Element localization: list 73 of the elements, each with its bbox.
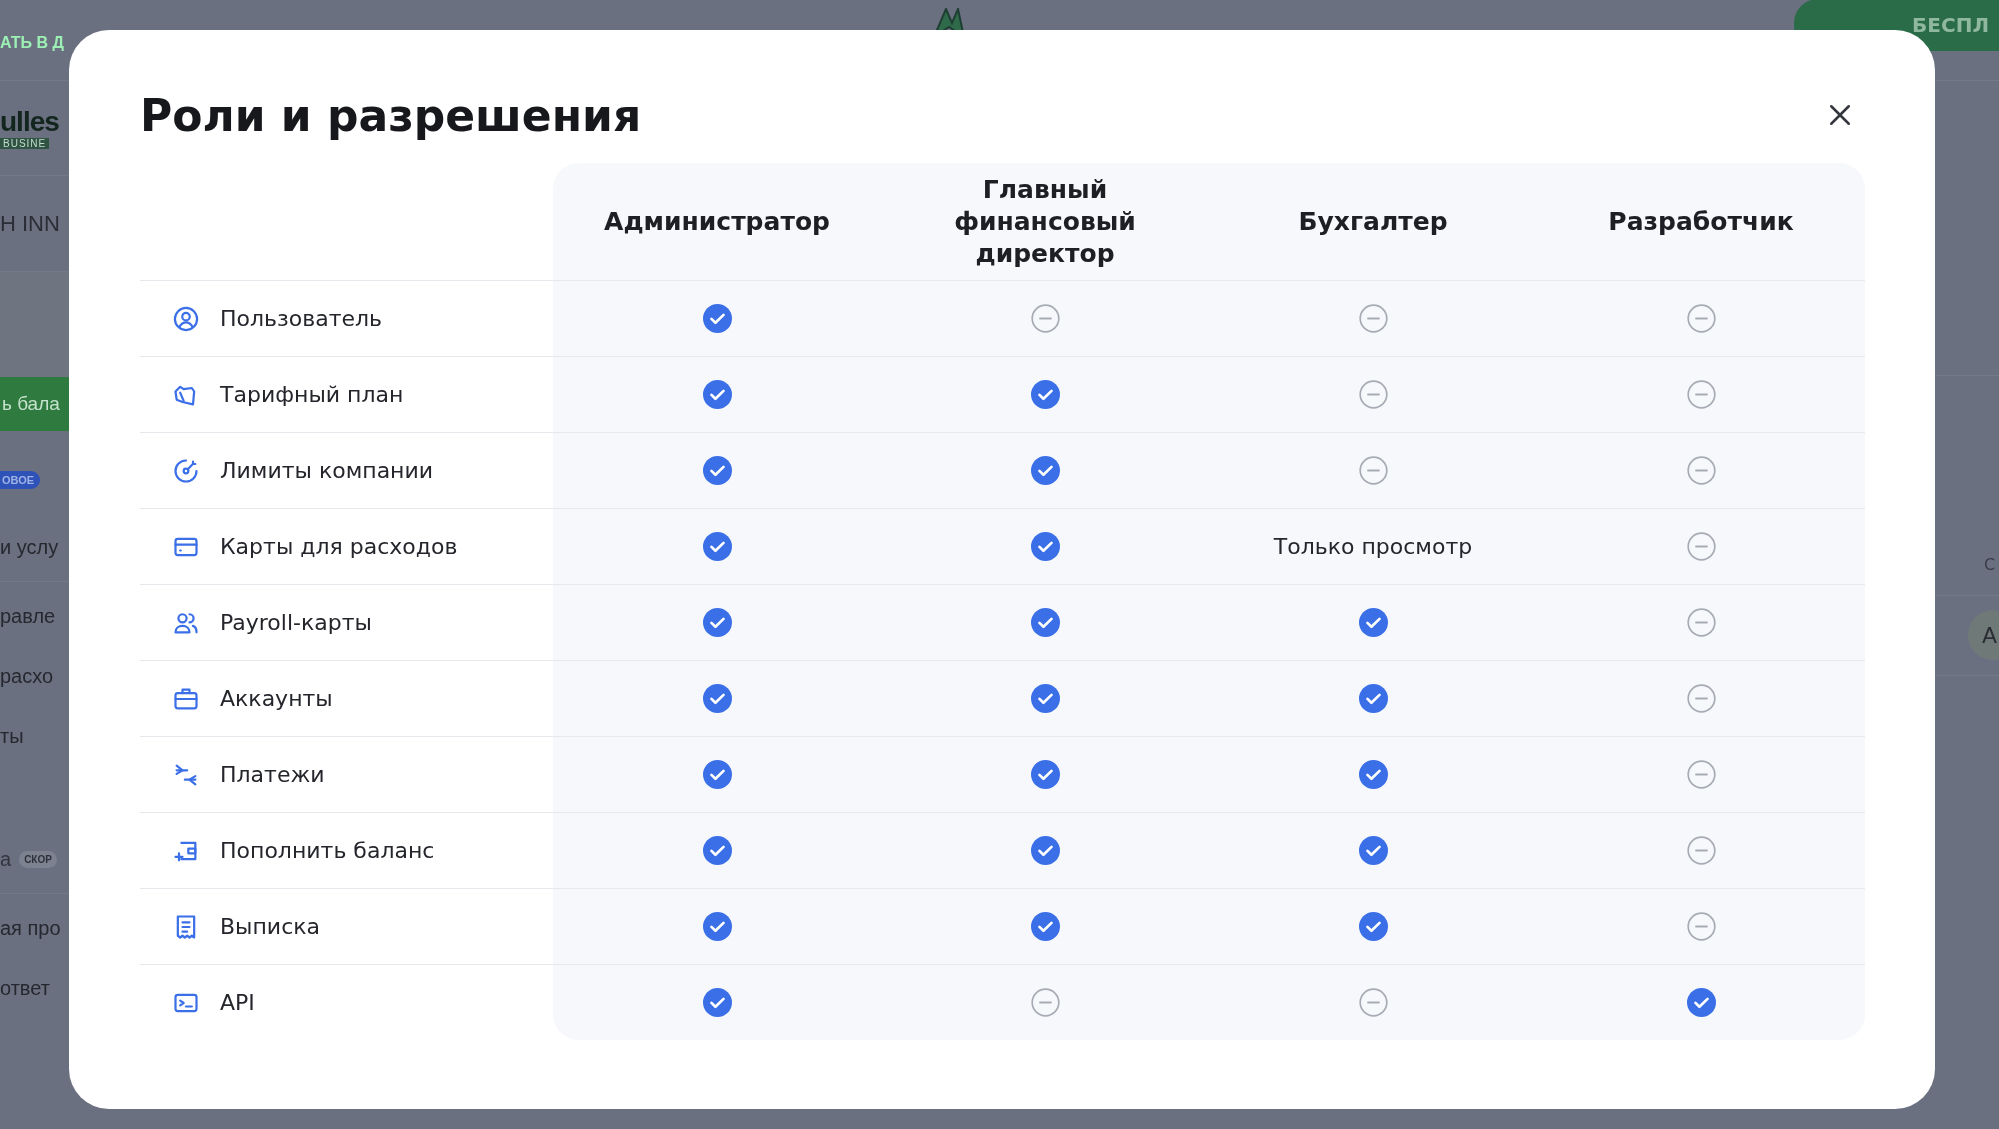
top-link[interactable]: АТЬ В Д <box>0 34 64 52</box>
check-icon <box>1358 836 1388 865</box>
check-icon <box>702 380 732 409</box>
permission-label: API <box>220 990 255 1015</box>
check-icon <box>1030 836 1060 865</box>
check-icon <box>1030 380 1060 409</box>
permission-label: Пользователь <box>220 306 382 331</box>
permission-label: Пополнить баланс <box>220 838 435 863</box>
logo-text: ulles <box>0 106 59 138</box>
permission-label: Лимиты компании <box>220 458 434 483</box>
minus-icon <box>1686 912 1716 941</box>
permission-label: Тарифный план <box>220 382 404 407</box>
column-header: Бухгалтер <box>1298 205 1448 238</box>
check-icon <box>1030 760 1060 789</box>
sidebar-item[interactable]: ты <box>0 706 69 766</box>
row-icon <box>172 304 200 333</box>
permission-label: Выписка <box>220 914 320 939</box>
permission-label: Payroll-карты <box>220 610 372 635</box>
sidebar-item[interactable]: ответ <box>0 958 69 1018</box>
minus-icon <box>1358 380 1388 409</box>
check-icon <box>702 456 732 485</box>
column-label: С <box>1984 555 1996 574</box>
permission-label: Карты для расходов <box>220 534 458 559</box>
column-header: Главный финансовый директор <box>953 173 1137 270</box>
minus-icon <box>1358 988 1388 1017</box>
check-icon <box>702 304 732 333</box>
minus-icon <box>1686 532 1716 561</box>
minus-icon <box>1686 380 1716 409</box>
minus-icon <box>1358 456 1388 485</box>
check-icon <box>1030 684 1060 713</box>
company-name: Н INN <box>0 210 60 237</box>
column-header: Разработчик <box>1608 205 1794 238</box>
avatar[interactable]: А <box>1968 610 1999 660</box>
check-icon <box>1030 608 1060 637</box>
sidebar-item[interactable]: расхо <box>0 646 69 706</box>
check-icon <box>702 608 732 637</box>
minus-icon <box>1686 608 1716 637</box>
dialog-title: Роли и разрешения <box>140 89 642 141</box>
minus-icon <box>1358 304 1388 333</box>
check-icon <box>1030 532 1060 561</box>
permission-label: Платежи <box>220 762 325 787</box>
minus-icon <box>1030 304 1060 333</box>
check-icon <box>1358 760 1388 789</box>
sidebar-item[interactable]: ая про <box>0 898 69 958</box>
access-text: Только просмотр <box>1273 534 1473 559</box>
check-icon <box>1358 684 1388 713</box>
sidebar-item[interactable]: и услу <box>0 517 69 577</box>
check-icon <box>702 684 732 713</box>
sidebar-item[interactable]: равле <box>0 586 69 646</box>
check-icon <box>1030 456 1060 485</box>
minus-icon <box>1686 836 1716 865</box>
logo-tag: BUSINE <box>0 138 50 149</box>
permission-label: Аккаунты <box>220 686 333 711</box>
column-header: Администратор <box>604 205 830 238</box>
check-icon <box>702 988 732 1017</box>
check-icon <box>1358 608 1388 637</box>
check-icon <box>702 760 732 789</box>
minus-icon <box>1686 304 1716 333</box>
check-icon <box>702 912 732 941</box>
row-icon <box>172 456 200 485</box>
check-icon <box>1358 912 1388 941</box>
check-icon <box>1686 988 1716 1017</box>
sidebar-item[interactable]: а <box>0 847 12 871</box>
minus-icon <box>1686 684 1716 713</box>
new-badge: ОВОЕ <box>0 471 41 489</box>
topup-button[interactable]: ь бала <box>0 377 69 431</box>
check-icon <box>1030 912 1060 941</box>
minus-icon <box>1030 988 1060 1017</box>
minus-icon <box>1686 456 1716 485</box>
check-icon <box>702 836 732 865</box>
check-icon <box>702 532 732 561</box>
soon-badge: СКОР <box>19 850 57 868</box>
minus-icon <box>1686 760 1716 789</box>
